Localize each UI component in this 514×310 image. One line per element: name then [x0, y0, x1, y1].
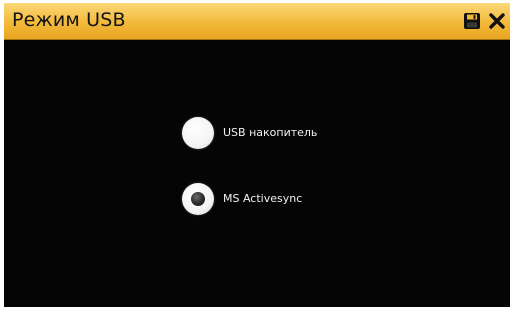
radio-selected-dot: [191, 192, 205, 206]
usb-mode-window: Режим USB USB накопитель MS Activesync: [4, 3, 510, 307]
usb-storage-radio[interactable]: [182, 117, 214, 149]
window-title: Режим USB: [12, 9, 126, 31]
usb-storage-label: USB накопитель: [223, 126, 318, 139]
option-usb-storage[interactable]: USB накопитель: [182, 117, 382, 151]
save-icon[interactable]: [463, 12, 481, 30]
usb-mode-options: USB накопитель MS Activesync: [4, 40, 510, 307]
option-ms-activesync[interactable]: MS Activesync: [182, 183, 382, 217]
ms-activesync-label: MS Activesync: [223, 192, 303, 205]
close-icon[interactable]: [488, 12, 506, 30]
title-bar: Режим USB: [4, 3, 510, 40]
ms-activesync-radio[interactable]: [182, 183, 214, 215]
